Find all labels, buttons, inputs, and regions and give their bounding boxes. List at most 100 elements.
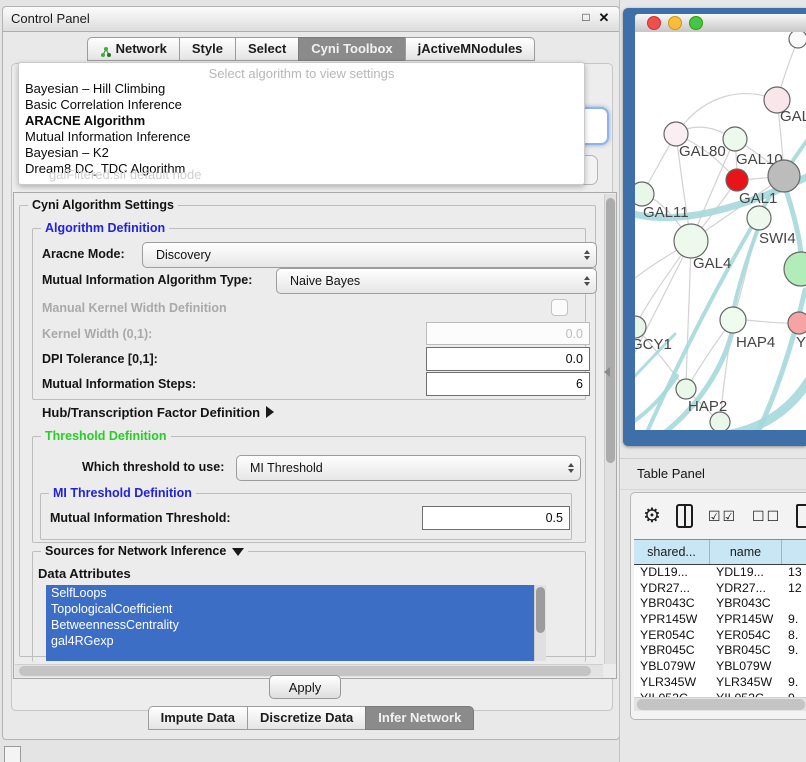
table-row[interactable]: YBL079WYBL079W [634, 659, 806, 675]
table-cell[interactable]: YBR043C [710, 596, 782, 612]
table-cell[interactable]: YER054C [710, 628, 782, 644]
tab-cyni-toolbox[interactable]: Cyni Toolbox [298, 37, 404, 61]
table-panel-titlebar[interactable]: Table Panel [620, 458, 806, 490]
network-node[interactable] [789, 32, 806, 48]
algo-item-aracne[interactable]: ARACNE Algorithm [19, 113, 584, 129]
table-cell[interactable]: YDR27... [710, 581, 782, 597]
table-row[interactable]: YPR145WYPR145W9. [634, 612, 806, 628]
hub-definition-toggle[interactable]: Hub/Transcription Factor Definition [42, 405, 274, 420]
table-row[interactable]: YDR27...YDR27...12 [634, 581, 806, 597]
attribute-item[interactable]: TopologicalCoefficient [46, 601, 546, 617]
table-cell[interactable]: YPR145W [634, 612, 710, 628]
which-threshold-combobox[interactable]: MI Threshold [236, 455, 581, 481]
algo-item-basic-correlation[interactable]: Basic Correlation Inference [19, 97, 584, 113]
table-row[interactable]: YLR345WYLR345W9. [634, 675, 806, 691]
table-panel: ⚙ ☑☑ ☐☐ shared... name YDL19...YDL19...1… [630, 492, 806, 720]
table-cell[interactable]: YPR145W [710, 612, 782, 628]
tab-style[interactable]: Style [179, 37, 235, 61]
tab-select[interactable]: Select [235, 37, 298, 61]
mi-type-combobox[interactable]: Naive Bayes [276, 268, 597, 294]
algo-item-mutual-information[interactable]: Mutual Information Inference [19, 129, 584, 145]
table-cell[interactable]: YDR27... [634, 581, 710, 597]
table-row[interactable]: YER054CYER054C8. [634, 628, 806, 644]
mi-steps-field[interactable]: 6 [426, 372, 590, 396]
collapsed-panel-icon[interactable] [4, 746, 21, 762]
table-cell[interactable] [782, 596, 806, 612]
table-cell[interactable]: 9. [782, 675, 806, 691]
network-node[interactable] [768, 160, 800, 192]
network-node[interactable] [720, 307, 746, 333]
table-cell[interactable]: YER054C [634, 628, 710, 644]
network-node[interactable] [726, 169, 748, 191]
network-node[interactable] [674, 224, 708, 258]
float-window-icon[interactable]: □ [579, 10, 593, 26]
algo-item-bayesian-k2[interactable]: Bayesian – K2 [19, 145, 584, 161]
aracne-mode-combobox[interactable]: Discovery [142, 242, 597, 268]
tab-label: Select [248, 38, 286, 60]
network-node[interactable] [635, 182, 654, 206]
columns-icon[interactable] [676, 504, 693, 528]
kernel-width-field[interactable]: 0.0 [426, 322, 590, 345]
tab-network[interactable]: Network [87, 37, 179, 61]
attribute-item[interactable]: gal4RGexp [46, 633, 546, 649]
apply-button[interactable]: Apply [269, 675, 341, 699]
network-node[interactable] [710, 412, 730, 430]
sources-legend[interactable]: Sources for Network Inference [41, 544, 248, 558]
close-traffic-light-icon[interactable] [647, 16, 661, 30]
tab-discretize-data[interactable]: Discretize Data [247, 706, 365, 730]
network-view-window[interactable]: GALGAL80GAL10GAL1GAL11SWI4GAL4GCY1HAP4YH… [623, 8, 806, 446]
attribute-item[interactable]: BetweennessCentrality [46, 617, 546, 633]
network-node[interactable] [784, 252, 806, 286]
table-cell[interactable]: 8. [782, 628, 806, 644]
network-window-titlebar[interactable] [635, 14, 806, 33]
tab-jactivemnodules[interactable]: jActiveMNodules [405, 37, 536, 61]
zoom-traffic-light-icon[interactable] [689, 16, 703, 30]
table-cell[interactable]: 13 [782, 565, 806, 581]
column-header-shared-name[interactable]: shared... [634, 540, 710, 564]
mi-threshold-legend: MI Threshold Definition [49, 486, 196, 500]
table-cell[interactable]: YBL079W [634, 659, 710, 675]
deselect-all-checkboxes-icon[interactable]: ☐☐ [752, 508, 781, 525]
settings-vertical-scrollbar[interactable] [604, 194, 616, 664]
manual-kernel-checkbox[interactable] [551, 299, 568, 316]
data-attributes-list[interactable]: SelfLoopsTopologicalCoefficientBetweenne… [46, 585, 546, 661]
table-cell[interactable]: YBR045C [710, 643, 782, 659]
table-cell[interactable]: YBL079W [710, 659, 782, 675]
table-cell[interactable] [782, 659, 806, 675]
tab-impute-data[interactable]: Impute Data [148, 706, 247, 730]
table-row[interactable]: YBR045CYBR045C9. [634, 643, 806, 659]
table-cell[interactable]: 12 [782, 581, 806, 597]
select-all-checkboxes-icon[interactable]: ☑☑ [708, 508, 737, 525]
table-cell[interactable]: YLR345W [634, 675, 710, 691]
algo-item-bayesian-hill[interactable]: Bayesian – Hill Climbing [19, 81, 584, 97]
network-canvas[interactable]: GALGAL80GAL10GAL1GAL11SWI4GAL4GCY1HAP4YH… [635, 32, 806, 430]
attribute-item[interactable]: SelfLoops [46, 585, 546, 601]
attribute-list-scrollbar[interactable] [534, 585, 546, 661]
dpi-tolerance-field[interactable]: 0.0 [426, 347, 590, 371]
table-cell[interactable]: 9. [782, 612, 806, 628]
mi-threshold-field[interactable]: 0.5 [422, 506, 570, 530]
table-cell[interactable]: YDL19... [710, 565, 782, 581]
gear-icon[interactable]: ⚙ [643, 506, 661, 526]
network-node[interactable] [723, 127, 747, 151]
table-row[interactable]: YBR043CYBR043C [634, 596, 806, 612]
table-horizontal-scrollbar[interactable] [634, 697, 806, 711]
table-row[interactable]: YDL19...YDL19...13 [634, 565, 806, 581]
network-node[interactable] [788, 312, 806, 334]
table-cell[interactable]: YBR043C [634, 596, 710, 612]
network-node[interactable] [747, 206, 771, 230]
control-panel-titlebar[interactable]: Control Panel □ ✕ [3, 7, 619, 32]
table-cell[interactable]: 9. [782, 643, 806, 659]
panel-divider-grip[interactable] [604, 367, 610, 377]
network-node-label: GCY1 [635, 336, 672, 353]
document-icon[interactable] [796, 504, 806, 528]
close-icon[interactable]: ✕ [597, 10, 611, 26]
table-cell[interactable]: YLR345W [710, 675, 782, 691]
column-header-cut[interactable] [782, 540, 806, 564]
tab-infer-network[interactable]: Infer Network [365, 706, 474, 730]
table-cell[interactable]: YDL19... [634, 565, 710, 581]
network-node[interactable] [676, 379, 696, 399]
column-header-name[interactable]: name [710, 540, 782, 564]
minimize-traffic-light-icon[interactable] [668, 16, 682, 30]
table-cell[interactable]: YBR045C [634, 643, 710, 659]
